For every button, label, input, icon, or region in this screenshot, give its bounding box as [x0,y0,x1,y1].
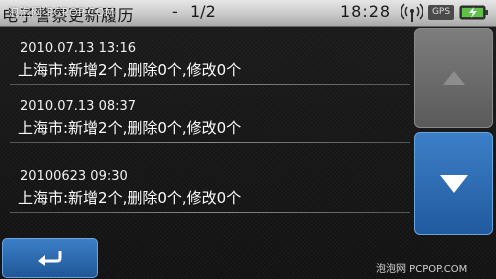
watermark-top: 泡泡网 PCPOP.COM [8,6,115,19]
entry-detail: 上海市:新增2个,删除0个,修改0个 [18,61,242,79]
entry-timestamp: 2010.07.13 08:37 [20,99,137,114]
back-button[interactable] [2,238,98,278]
entry-timestamp: 2010.07.13 13:16 [20,41,137,56]
return-arrow-icon [38,251,62,266]
clock: 18:28 [340,2,392,21]
status-bar: 电子警察更新履历 泡泡网 PCPOP.COM - 1/2 18:28 GPS [0,0,496,27]
watermark-bottom: 泡泡网 PCPOP.COM [376,264,468,275]
title-separator: - [172,2,178,21]
battery-charging-icon [459,5,488,20]
signal-antenna-icon [401,3,423,22]
gps-screen: 电子警察更新履历 泡泡网 PCPOP.COM - 1/2 18:28 GPS 2… [0,0,496,279]
history-list: 2010.07.13 13:16 上海市:新增2个,删除0个,修改0个 2010… [0,27,412,239]
triangle-up-icon [442,71,465,85]
list-item[interactable]: 2010.07.13 13:16 上海市:新增2个,删除0个,修改0个 [0,27,412,85]
divider [10,142,410,143]
triangle-down-icon [439,174,468,193]
page-indicator: 1/2 [190,2,216,21]
entry-timestamp: 20100623 09:30 [20,169,128,184]
scroll-down-button[interactable] [414,132,493,235]
list-item[interactable]: 2010.07.13 08:37 上海市:新增2个,删除0个,修改0个 [0,85,412,143]
scroll-up-button[interactable] [414,28,493,128]
entry-detail: 上海市:新增2个,删除0个,修改0个 [18,189,242,207]
gps-badge: GPS [428,5,454,20]
divider [10,212,410,213]
entry-detail: 上海市:新增2个,删除0个,修改0个 [18,119,242,137]
list-item[interactable]: 20100623 09:30 上海市:新增2个,删除0个,修改0个 [0,155,412,213]
